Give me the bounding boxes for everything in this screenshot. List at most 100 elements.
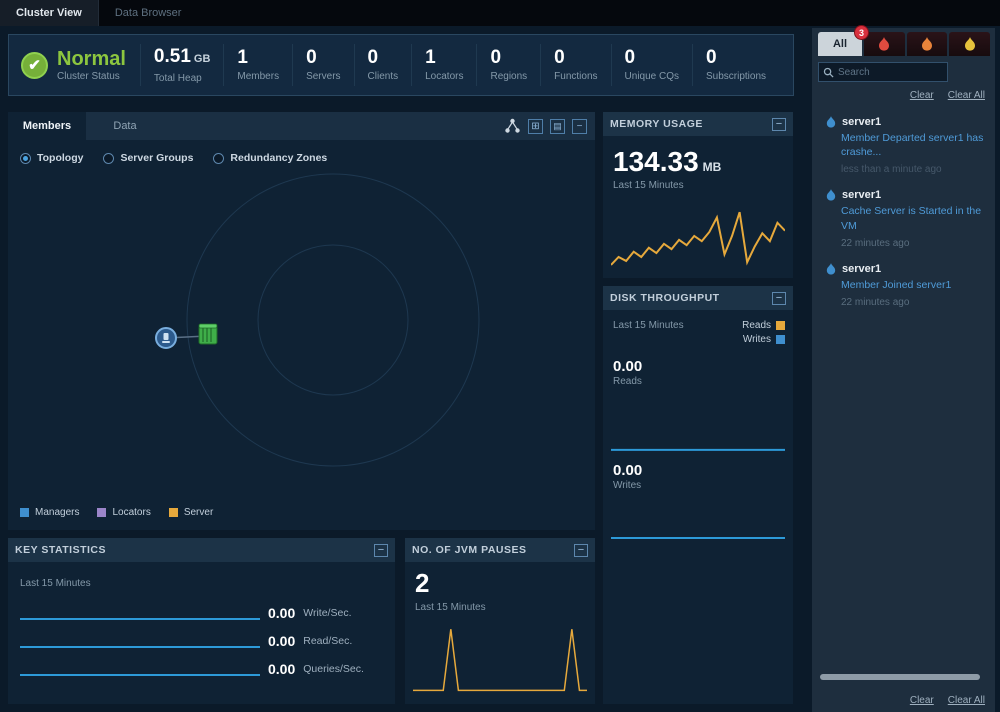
jvm-period: Last 15 Minutes: [415, 602, 486, 613]
stat-value: 0.00: [268, 606, 295, 620]
legend-label: Reads: [742, 320, 771, 331]
tab-all-label: All: [833, 38, 847, 50]
notification-message: Member Joined server1: [826, 278, 985, 292]
stat-unique-cqs: 0 Unique CQs: [611, 44, 692, 86]
memory-period: Last 15 Minutes: [603, 178, 793, 191]
manager-node-icon[interactable]: [156, 328, 176, 348]
search-icon: [823, 67, 834, 78]
stat-label: Queries/Sec.: [303, 663, 364, 676]
legend-swatch: [776, 321, 785, 330]
keystat-row-queries: 0.00 Queries/Sec.: [20, 652, 385, 676]
notification-item[interactable]: server1 Member Departed server1 has cras…: [812, 110, 995, 183]
notification-search: [818, 62, 948, 82]
stat-unit: GB: [194, 53, 211, 65]
top-navigation: Cluster View Data Browser: [0, 0, 1000, 26]
notification-title: server1: [842, 116, 881, 128]
notifications-sidebar: All 3 Clear Clear All: [812, 28, 995, 712]
clear-link-bottom[interactable]: Clear: [910, 695, 934, 706]
disk-period: Last 15 Minutes: [613, 320, 684, 345]
panel-title: MEMORY USAGE: [610, 118, 703, 130]
notification-message: Member Departed server1 has crashe...: [826, 131, 985, 159]
tab-error-filter[interactable]: [907, 32, 948, 56]
severe-flame-icon: [878, 37, 890, 51]
stat-value: 0.51: [154, 46, 191, 67]
tab-warning-filter[interactable]: [949, 32, 990, 56]
tab-members[interactable]: Members: [8, 112, 86, 140]
sitemap-icon[interactable]: [504, 118, 521, 134]
notification-title: server1: [842, 263, 881, 275]
reads-value: 0.00: [613, 358, 642, 375]
stat-locators: 1 Locators: [411, 44, 476, 86]
notification-list: server1 Member Departed server1 has cras…: [812, 110, 995, 316]
legend-label: Locators: [112, 507, 150, 518]
clear-link[interactable]: Clear: [910, 90, 934, 101]
horizontal-scrollbar[interactable]: [820, 674, 980, 680]
legend-label: Managers: [35, 507, 79, 518]
tab-data[interactable]: Data: [86, 112, 164, 140]
members-panel: Members Data Topology Server Groups: [8, 112, 595, 530]
writes-sparkline: [611, 481, 785, 541]
clear-all-link-bottom[interactable]: Clear All: [948, 695, 985, 706]
search-input[interactable]: [838, 67, 943, 78]
stat-functions: 0 Functions: [540, 44, 610, 86]
panel-title: KEY STATISTICS: [15, 544, 106, 556]
legend-item-managers: Managers: [20, 507, 79, 518]
jvm-pauses-panel: NO. OF JVM PAUSES 2 Last 15 Minutes: [405, 538, 595, 704]
jvm-pauses-value: 2: [415, 568, 429, 599]
notification-time: less than a minute ago: [826, 164, 985, 175]
status-check-icon: ✔: [21, 52, 48, 79]
cluster-status-header: ✔ Normal Cluster Status 0.51GB Total Hea…: [8, 34, 794, 96]
legend-label: Server: [184, 507, 213, 518]
legend-swatch: [20, 508, 29, 517]
notification-item[interactable]: server1 Cache Server is Started in the V…: [812, 183, 995, 256]
key-statistics-panel: KEY STATISTICS Last 15 Minutes 0.00 Writ…: [8, 538, 395, 704]
error-flame-icon: [921, 37, 933, 51]
notification-time: 22 minutes ago: [826, 238, 985, 249]
collapse-keystats-icon[interactable]: [374, 544, 388, 557]
grid-view-icon[interactable]: [528, 119, 543, 134]
disk-throughput-panel: DISK THROUGHPUT Last 15 Minutes Reads Wr…: [603, 286, 793, 704]
collapse-disk-icon[interactable]: [772, 292, 786, 305]
collapse-memory-icon[interactable]: [772, 118, 786, 131]
memory-unit: MB: [703, 160, 722, 174]
topbar-tab-data-browser[interactable]: Data Browser: [99, 0, 198, 26]
legend-item-writes: Writes: [743, 334, 785, 345]
queries-sparkline: [20, 656, 260, 676]
notification-item[interactable]: server1 Member Joined server1 22 minutes…: [812, 257, 995, 316]
legend-label: Writes: [743, 334, 771, 345]
legend-item-server: Server: [169, 507, 213, 518]
locator-node-icon[interactable]: [199, 324, 217, 344]
status-sublabel: Cluster Status: [57, 71, 126, 82]
topology-canvas[interactable]: [8, 158, 595, 498]
reads-label: Reads: [613, 376, 642, 387]
keystat-row-write: 0.00 Write/Sec.: [20, 596, 385, 620]
stat-label: Write/Sec.: [303, 607, 351, 620]
legend-item-reads: Reads: [742, 320, 785, 331]
status-label: Normal: [57, 49, 126, 69]
table-view-icon[interactable]: [550, 119, 565, 134]
stat-subscriptions: 0 Subscriptions: [692, 44, 779, 86]
reads-sparkline: [611, 391, 785, 453]
stat-regions: 0 Regions: [476, 44, 540, 86]
collapse-members-icon[interactable]: [572, 119, 587, 134]
memory-usage-panel: MEMORY USAGE 134.33MB Last 15 Minutes: [603, 112, 793, 278]
stat-label: Total Heap: [154, 73, 210, 84]
tab-all-notifications[interactable]: All 3: [818, 32, 862, 56]
stat-total-heap: 0.51GB Total Heap: [140, 44, 223, 86]
tab-severe-filter[interactable]: [864, 32, 905, 56]
stat-servers: 0 Servers: [292, 44, 353, 86]
notification-flame-icon: [826, 263, 836, 275]
keystat-row-read: 0.00 Read/Sec.: [20, 624, 385, 648]
clear-all-link[interactable]: Clear All: [948, 90, 985, 101]
write-sparkline: [20, 600, 260, 620]
notification-title: server1: [842, 189, 881, 201]
keystats-period: Last 15 Minutes: [20, 578, 91, 589]
legend-item-locators: Locators: [97, 507, 150, 518]
collapse-jvm-icon[interactable]: [574, 544, 588, 557]
topbar-tab-cluster-view[interactable]: Cluster View: [0, 0, 99, 26]
warning-flame-icon: [964, 37, 976, 51]
read-sparkline: [20, 628, 260, 648]
disk-legend: Reads Writes: [742, 320, 785, 345]
notification-message: Cache Server is Started in the VM: [826, 204, 985, 232]
notification-flame-icon: [826, 116, 836, 128]
